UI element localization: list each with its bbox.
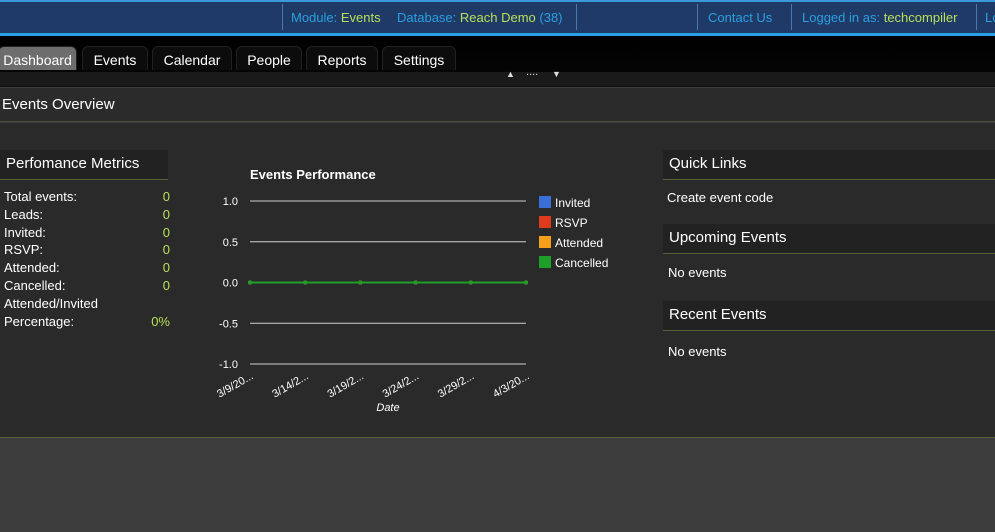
metric-label: Invited: — [4, 225, 46, 240]
data-point — [248, 280, 252, 285]
metric-row: Percentage: 0% — [4, 314, 170, 332]
module-info: Module: Events — [291, 2, 381, 33]
metric-value: 0 — [162, 189, 170, 204]
x-axis-ticks: 3/9/20... 3/14/2... 3/19/2... 3/24/2... 3/29… — [215, 370, 531, 400]
recent-events-empty: No events — [668, 344, 727, 359]
data-point — [468, 280, 473, 285]
metric-value: 0% — [151, 314, 170, 329]
x-tick-label: 3/29/2... — [436, 370, 476, 400]
logged-in-label: Logged in as: — [802, 10, 881, 25]
upcoming-events-empty: No events — [668, 265, 727, 280]
data-point — [524, 280, 528, 285]
legend-label: RSVP — [555, 216, 588, 230]
top-bar-divider — [282, 4, 283, 30]
contact-us-link[interactable]: Contact Us — [708, 2, 772, 33]
tab-events[interactable]: Events — [82, 46, 148, 70]
metric-label: Leads: — [4, 207, 44, 222]
logout-link[interactable]: Lo — [985, 2, 995, 33]
logged-in-info: Logged in as: techcompiler — [802, 2, 957, 33]
page-title-bar: Events Overview — [0, 88, 995, 122]
page-title: Events Overview — [2, 96, 115, 113]
database-info: Database: Reach Demo (38) — [397, 2, 563, 33]
metric-row: Attended: 0 — [4, 260, 170, 278]
y-tick-label: 0.0 — [223, 278, 238, 290]
logged-in-user[interactable]: techcompiler — [884, 10, 958, 25]
dashboard-content: Perfomance Metrics Total events: 0 Leads… — [0, 123, 995, 438]
metric-value: 0 — [162, 207, 170, 222]
data-point — [413, 280, 418, 285]
collapse-up-icon[interactable]: ▲ — [506, 69, 515, 79]
recent-events-header: Recent Events — [663, 301, 995, 331]
metric-value: 0 — [162, 278, 170, 293]
tab-settings[interactable]: Settings — [382, 46, 456, 70]
events-performance-chart: Events Performance 1.0 0.5 0.0 -0.5 -1.0 3/9… — [215, 167, 608, 414]
top-bar-divider — [697, 4, 698, 30]
metric-value: 0 — [162, 225, 170, 240]
x-tick-label: 3/9/20... — [215, 370, 255, 400]
x-tick-label: 3/19/2... — [325, 370, 365, 400]
metric-label: Total events: — [4, 189, 77, 204]
metric-value: 0 — [162, 260, 170, 275]
tab-calendar[interactable]: Calendar — [152, 46, 232, 70]
metric-label: Attended: — [4, 260, 60, 275]
chart-legend: Invited RSVP Attended Cancelled — [539, 196, 608, 270]
collapse-handle-bar: ▲ .... ▼ — [0, 66, 995, 87]
metric-label: Cancelled: — [4, 278, 66, 293]
metrics-header: Perfomance Metrics — [0, 150, 168, 180]
module-value: Events — [340, 10, 381, 25]
y-tick-label: -0.5 — [219, 318, 238, 330]
top-bar-divider — [976, 4, 977, 30]
legend-label: Attended — [555, 236, 603, 250]
chart-series — [248, 280, 528, 285]
database-count: (38) — [539, 10, 563, 25]
chart-title: Events Performance — [250, 167, 376, 182]
collapse-down-icon[interactable]: ▼ — [552, 69, 561, 79]
data-point — [303, 280, 308, 285]
metric-row: Cancelled: 0 — [4, 278, 170, 296]
tab-bar: Dashboard Events Calendar People Reports… — [0, 36, 995, 72]
y-tick-label: -1.0 — [219, 359, 238, 371]
quick-links-header: Quick Links — [663, 150, 995, 180]
metric-value: 0 — [162, 242, 170, 257]
metric-label: Percentage: — [4, 314, 75, 329]
x-tick-label: 3/14/2... — [270, 370, 310, 400]
create-event-code-link[interactable]: Create event code — [667, 190, 773, 205]
legend-swatch — [539, 196, 551, 208]
tab-people[interactable]: People — [236, 46, 302, 70]
y-tick-label: 0.5 — [223, 237, 238, 249]
metric-row: RSVP: 0 — [4, 242, 170, 260]
legend-swatch — [539, 216, 551, 228]
y-tick-label: 1.0 — [223, 196, 238, 208]
module-label: Module: — [291, 10, 338, 25]
database-value: Reach Demo — [459, 10, 536, 25]
database-label: Database: — [397, 10, 457, 25]
top-bar: Module: Events Database: Reach Demo (38)… — [0, 0, 995, 36]
tab-dashboard[interactable]: Dashboard — [0, 46, 77, 70]
tab-reports[interactable]: Reports — [306, 46, 378, 70]
legend-label: Invited — [555, 196, 590, 210]
metric-label: RSVP: — [4, 242, 44, 257]
legend-label: Cancelled — [555, 256, 608, 270]
metric-row: Attended/Invited — [4, 296, 170, 314]
data-point — [358, 280, 363, 285]
y-axis-ticks: 1.0 0.5 0.0 -0.5 -1.0 — [219, 196, 238, 371]
metric-row: Leads: 0 — [4, 207, 170, 225]
metric-row: Invited: 0 — [4, 225, 170, 243]
upcoming-events-header: Upcoming Events — [663, 224, 995, 254]
x-tick-label: 4/3/20... — [491, 370, 531, 400]
handle-dots[interactable]: .... — [526, 66, 538, 78]
top-bar-divider — [791, 4, 792, 30]
x-tick-label: 3/24/2... — [381, 370, 421, 400]
legend-swatch — [539, 236, 551, 248]
metric-row: Total events: 0 — [4, 189, 170, 207]
x-axis-label: Date — [376, 402, 399, 414]
metric-label: Attended/Invited — [4, 296, 98, 311]
top-bar-divider — [576, 4, 577, 30]
legend-swatch — [539, 256, 551, 268]
